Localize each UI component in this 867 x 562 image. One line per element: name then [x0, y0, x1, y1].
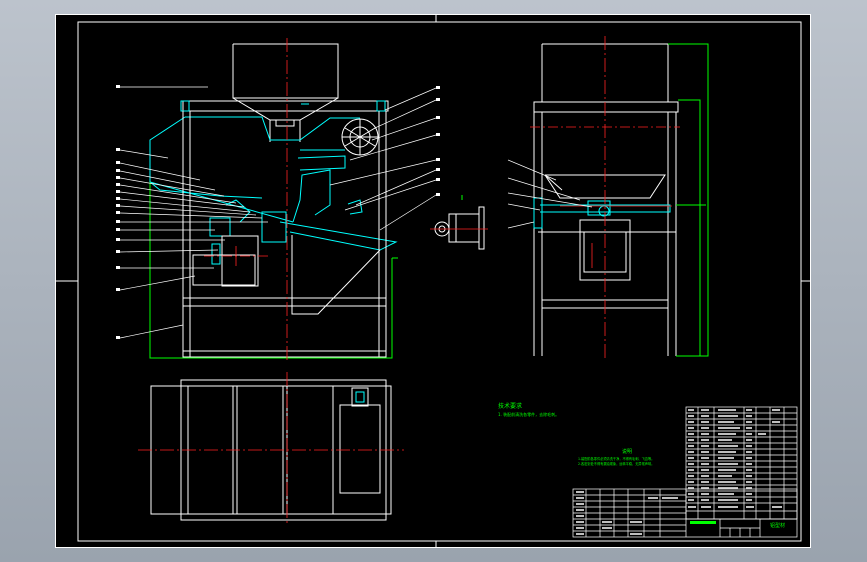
note-left-line: 1. 装配前清洗各零件，去除毛刺。 — [498, 411, 559, 417]
note-center-line2: 2.各密封处不得有漏油现象，运转平稳，无异常声响。 — [578, 461, 654, 466]
note-center-line1: 1.装配前各零件必须清洗干净，不得有毛刺、飞边等。 — [578, 456, 654, 461]
cad-viewport[interactable]: 技术要求 1. 装配前清洗各零件，去除毛刺。 说明 1.装配前各零件必须清洗干净… — [0, 0, 867, 562]
fan — [341, 118, 379, 156]
note-center-title: 说明 — [622, 448, 632, 455]
cad-drawing-canvas[interactable]: 技术要求 1. 装配前清洗各零件，去除毛刺。 说明 1.装配前各零件必须清洗干净… — [0, 0, 867, 562]
note-left-title: 技术要求 — [498, 402, 522, 410]
title-drawing-name: 铝型材 — [770, 522, 785, 529]
title-green-mark — [690, 521, 716, 524]
